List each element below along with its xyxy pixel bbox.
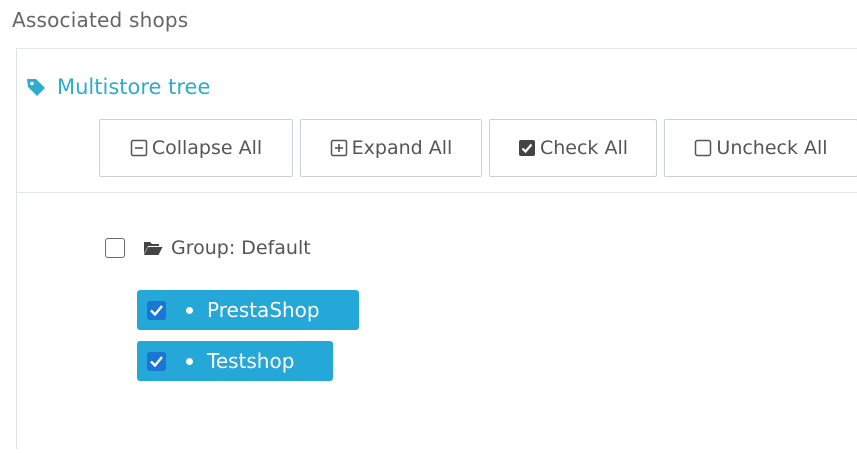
shop-checkbox[interactable] bbox=[147, 351, 166, 371]
tag-icon bbox=[25, 76, 47, 98]
tree-body: Group: Default PrestaShop Testshop bbox=[17, 193, 857, 453]
shop-checkbox[interactable] bbox=[147, 300, 166, 320]
shop-label: Testshop bbox=[207, 349, 295, 373]
group-label: Group: Default bbox=[171, 237, 311, 259]
bullet-icon bbox=[186, 306, 193, 314]
tree-shop-node-testshop[interactable]: Testshop bbox=[137, 341, 333, 381]
tree-title-text: Multistore tree bbox=[57, 75, 211, 99]
bullet-icon bbox=[186, 357, 193, 365]
empty-square-icon bbox=[694, 139, 712, 157]
check-all-button[interactable]: Check All bbox=[489, 119, 657, 177]
plus-square-icon bbox=[330, 139, 348, 157]
multistore-tree-panel: Multistore tree Collapse All Expand All … bbox=[16, 48, 857, 449]
tree-title: Multistore tree bbox=[25, 75, 210, 99]
check-all-label: Check All bbox=[539, 137, 629, 159]
check-square-icon bbox=[518, 139, 536, 157]
minus-square-icon bbox=[130, 139, 148, 157]
tree-shop-node-prestashop[interactable]: PrestaShop bbox=[137, 290, 359, 330]
folder-open-icon[interactable] bbox=[143, 239, 163, 257]
shop-label: PrestaShop bbox=[207, 298, 320, 322]
collapse-all-label: Collapse All bbox=[151, 137, 263, 159]
tree-group-node: Group: Default bbox=[105, 237, 311, 259]
group-checkbox[interactable] bbox=[105, 238, 125, 258]
section-label: Associated shops bbox=[12, 8, 189, 32]
uncheck-all-button[interactable]: Uncheck All bbox=[664, 119, 857, 177]
expand-all-button[interactable]: Expand All bbox=[300, 119, 482, 177]
tree-header: Multistore tree Collapse All Expand All … bbox=[17, 49, 857, 193]
tree-toolbar: Collapse All Expand All Check All Unchec… bbox=[99, 119, 857, 177]
expand-all-label: Expand All bbox=[351, 137, 453, 159]
uncheck-all-label: Uncheck All bbox=[716, 137, 828, 159]
collapse-all-button[interactable]: Collapse All bbox=[99, 119, 293, 177]
